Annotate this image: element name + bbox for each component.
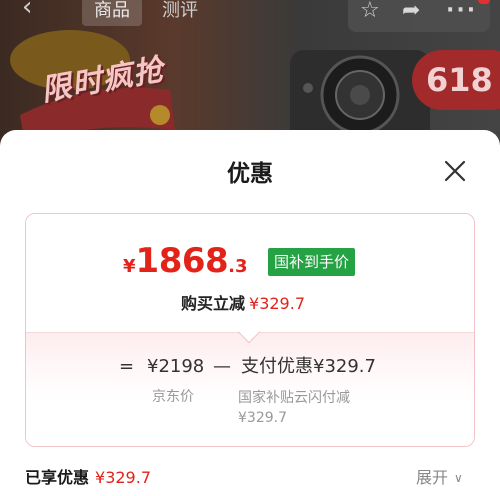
- sale-618-badge: 618: [412, 50, 500, 110]
- equals-sign: =: [119, 356, 135, 377]
- tab-review[interactable]: 测评: [150, 0, 210, 26]
- base-price-label: 京东价: [152, 389, 194, 405]
- subsidy-description-line2: ¥329.7: [238, 410, 287, 426]
- expand-label: 展开: [416, 468, 449, 487]
- sheet-title: 优惠: [227, 161, 273, 187]
- close-icon[interactable]: [442, 158, 468, 184]
- star-icon[interactable]: ☆: [360, 0, 380, 24]
- expand-button[interactable]: 展开 ∨: [416, 464, 463, 488]
- more-icon[interactable]: ···: [446, 0, 477, 24]
- subsidy-description-line1: 国家补贴云闪付减: [238, 390, 350, 406]
- back-icon[interactable]: ‹: [22, 0, 52, 24]
- instant-reduce-amount: ¥329.7: [249, 294, 305, 313]
- share-icon[interactable]: ➦: [402, 0, 420, 24]
- pay-discount-amount: ¥329.7: [313, 356, 376, 377]
- pay-discount-label: 支付优惠: [241, 356, 313, 377]
- final-price: ¥1868.3: [123, 241, 248, 281]
- instant-reduce-label: 购买立减: [181, 294, 246, 313]
- price-formula: = ¥2198 — 支付优惠¥329.7: [119, 352, 376, 378]
- minus-sign: —: [213, 356, 231, 377]
- subsidy-description: 国家补贴云闪付减 ¥329.7: [238, 388, 378, 428]
- price-currency-symbol: ¥: [123, 256, 136, 277]
- base-price-amount: ¥2198: [147, 356, 205, 377]
- enjoyed-discount-label: 已享优惠: [25, 468, 90, 487]
- notification-dot: [478, 0, 490, 4]
- price-integer: 1868: [135, 241, 229, 281]
- subsidy-price-tag: 国补到手价: [268, 248, 356, 276]
- top-actions-group: ☆ ➦ ···: [348, 0, 490, 32]
- tab-product[interactable]: 商品: [82, 0, 142, 26]
- chevron-down-icon: ∨: [454, 471, 463, 485]
- product-topbar: ‹ 商品 测评 ☆ ➦ ···: [0, 0, 500, 32]
- card-top-section: [26, 214, 474, 332]
- price-breakdown-card: ¥1868.3 国补到手价 购买立减 ¥329.7 = ¥2198— 支付优惠¥329…: [25, 213, 475, 447]
- enjoyed-discount-amount: ¥329.7: [95, 468, 151, 487]
- instant-reduce-line: 购买立减 ¥329.7: [181, 290, 305, 314]
- discount-sheet: 优惠 ¥1868.3 国补到手价 购买立减 ¥329.7 = ¥2198— 支付优惠¥…: [0, 130, 500, 496]
- price-decimal: .3: [228, 256, 248, 277]
- enjoyed-discount-summary: 已享优惠 ¥329.7: [25, 464, 151, 488]
- product-hero-background: 限时疯抢 618 ‹ 商品 测评 ☆ ➦ ···: [0, 0, 500, 150]
